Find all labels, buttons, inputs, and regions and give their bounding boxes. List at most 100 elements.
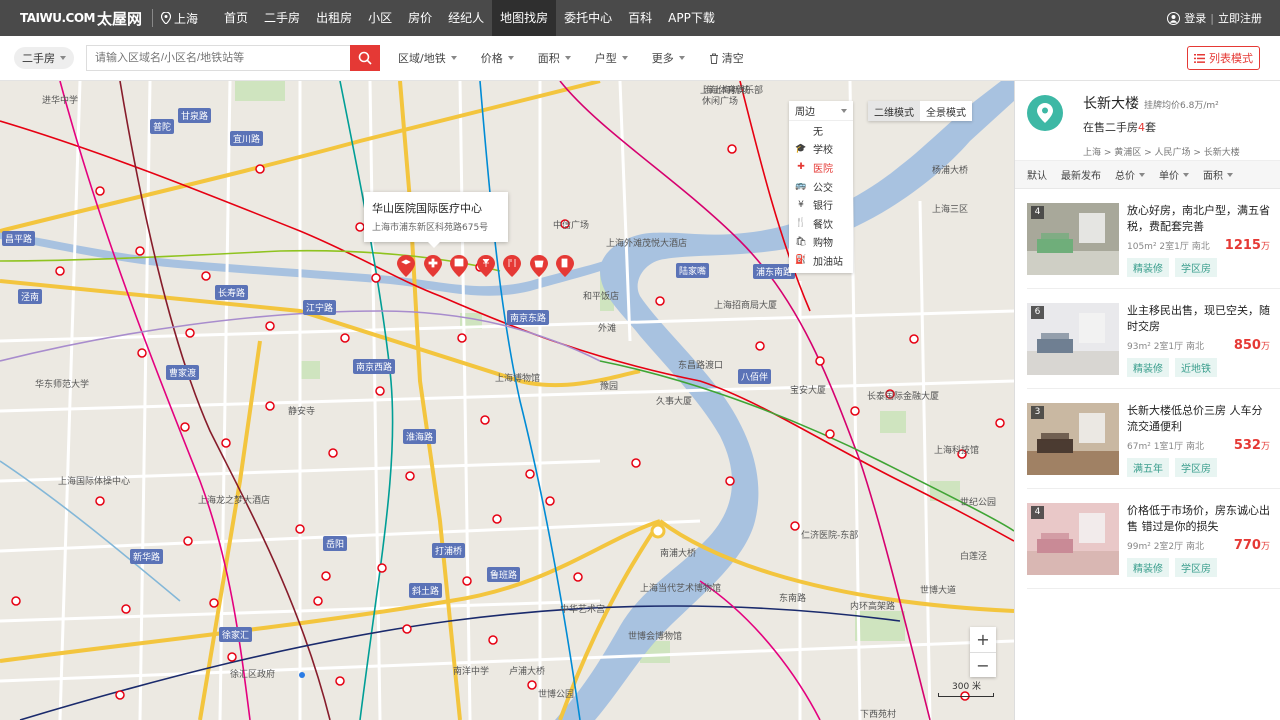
clear-label: 清空	[721, 52, 744, 65]
nearby-option[interactable]: 🛍 购物	[789, 233, 853, 252]
listing-tag: 学区房	[1175, 558, 1217, 577]
site-logo[interactable]: TAIWU.COM 太屋网	[0, 0, 142, 36]
listing-title[interactable]: 业主移民出售，现已空关，随时交房	[1127, 303, 1270, 336]
listing-specs: 93m² 2室1厅 南北 850万	[1127, 338, 1270, 353]
filter-dropdown[interactable]: 价格	[481, 50, 514, 66]
nearby-option[interactable]: 🚌 公交	[789, 177, 853, 196]
photo-count-badge: 6	[1031, 306, 1044, 319]
hospital-icon[interactable]	[423, 255, 442, 277]
sort-label: 面积	[1203, 171, 1223, 182]
listing-photo[interactable]: 3	[1027, 403, 1119, 475]
login-link[interactable]: 登录	[1184, 10, 1206, 26]
place-label: 中华艺术宫	[560, 605, 606, 615]
panorama-mode-button[interactable]: 全景模式	[920, 101, 972, 121]
filter-dropdown[interactable]: 区域/地铁	[398, 50, 457, 66]
listing-tag: 近地铁	[1175, 358, 1217, 377]
sort-option[interactable]: 总价	[1115, 167, 1145, 182]
poi-popup[interactable]: 华山医院国际医疗中心 上海市浦东新区科苑路675号	[364, 192, 508, 248]
nav-link[interactable]: 房价	[400, 0, 440, 36]
zoom-out-button[interactable]: −	[970, 652, 996, 677]
bus-icon[interactable]	[450, 255, 468, 277]
listing-type-value: 二手房	[22, 52, 55, 65]
building-location-icon	[1027, 95, 1063, 131]
listing-list: 4 放心好房，南北户型，满五省税，费配套完善 105m² 2室1厅 南北 1215万精…	[1015, 189, 1280, 589]
road-label: 曹家渡	[166, 365, 200, 380]
nearby-dropdown[interactable]: 周边	[789, 101, 853, 121]
filter-dropdown[interactable]: 户型	[595, 50, 628, 66]
road-label: 陆家嘴	[676, 263, 710, 278]
listing-type-dropdown[interactable]: 二手房	[14, 47, 74, 69]
listing-card[interactable]: 3 长新大楼低总价三房 人车分流交通便利 67m² 1室1厅 南北 532万 满五年 学区…	[1027, 389, 1280, 489]
place-label: 上海招商局大厦	[714, 301, 778, 311]
sort-option[interactable]: 默认	[1027, 167, 1047, 182]
nav-link[interactable]: 小区	[360, 0, 400, 36]
nav-link[interactable]: 首页	[216, 0, 256, 36]
listing-title[interactable]: 价格低于市场价，房东诚心出售 错过是你的损失	[1127, 503, 1270, 536]
nearby-option[interactable]: ¥ 银行	[789, 195, 853, 214]
auth-separator: |	[1210, 11, 1214, 25]
restaurant-icon[interactable]	[503, 255, 521, 277]
road-label: 普陀	[150, 119, 175, 134]
listing-title[interactable]: 长新大楼低总价三房 人车分流交通便利	[1127, 403, 1270, 436]
listing-card[interactable]: 4 价格低于市场价，房东诚心出售 错过是你的损失 99m² 2室2厅 南北 770万精…	[1027, 489, 1280, 589]
breadcrumb[interactable]: 上海 > 黄浦区 > 人民广场 > 长新大楼	[1083, 145, 1268, 158]
gas-station-icon[interactable]	[556, 255, 574, 277]
nav-link[interactable]: 出租房	[308, 0, 360, 36]
listing-info: 业主移民出售，现已空关，随时交房 93m² 2室1厅 南北 850万 精装修 近地铁	[1127, 303, 1280, 388]
nav-link[interactable]: 二手房	[256, 0, 308, 36]
city-selector[interactable]: 上海	[152, 9, 198, 27]
school-icon[interactable]	[397, 255, 415, 277]
listing-specs: 105m² 2室1厅 南北 1215万	[1127, 238, 1270, 253]
bank-icon[interactable]	[476, 255, 495, 277]
nearby-option[interactable]: ✚ 医院	[789, 158, 853, 177]
map-base-layer	[0, 81, 1014, 720]
nearby-option[interactable]: 无	[789, 121, 853, 140]
road-label: 新华路	[130, 549, 164, 564]
listing-card[interactable]: 4 放心好房，南北户型，满五省税，费配套完善 105m² 2室1厅 南北 1215万精…	[1027, 189, 1280, 289]
nav-link[interactable]: APP下载	[660, 0, 723, 36]
listing-card[interactable]: 6 业主移民出售，现已空关，随时交房 93m² 2室1厅 南北 850万 精装修 近地铁	[1027, 289, 1280, 389]
map-mode-label: 二维模式	[874, 107, 914, 119]
list-mode-button[interactable]: 列表模式	[1187, 46, 1260, 70]
listing-title[interactable]: 放心好房，南北户型，满五省税，费配套完善	[1127, 203, 1270, 236]
nearby-option-label: 加油站	[813, 256, 843, 268]
listing-photo[interactable]: 6	[1027, 303, 1119, 375]
city-label: 上海	[174, 11, 199, 26]
shopping-icon[interactable]	[529, 255, 548, 277]
listing-photo[interactable]: 4	[1027, 203, 1119, 275]
listing-photo[interactable]: 4	[1027, 503, 1119, 575]
building-header: 长新大楼 挂牌均价6.8万/m² 在售二手房4套 上海 > 黄浦区 > 人民广场…	[1015, 81, 1280, 161]
search-input[interactable]	[86, 45, 350, 71]
clear-filters-button[interactable]: 清空	[709, 50, 744, 66]
nav-link[interactable]: 经纪人	[440, 0, 492, 36]
nav-link[interactable]: 地图找房	[492, 0, 557, 36]
sort-option[interactable]: 面积	[1203, 167, 1233, 182]
search-button[interactable]	[350, 45, 380, 71]
poi-popup-address: 上海市浦东新区科苑路675号	[372, 223, 489, 233]
place-label: 下西苑村	[860, 710, 897, 720]
nearby-option-icon: ¥	[798, 199, 804, 210]
map-canvas[interactable]: 甘泉路 宜川路 江宁路 长寿路 南京西路 南京东路 淮海路 曹家渡 打浦桥 新华路 岳阳 陆家嘴 八佰伴…	[0, 81, 1014, 720]
nav-link[interactable]: 委托中心	[556, 0, 620, 36]
nearby-option-icon: 🎓	[795, 143, 807, 154]
sort-option[interactable]: 最新发布	[1061, 167, 1101, 182]
nearby-option-label: 学校	[813, 145, 833, 157]
place-label: 世博公园	[538, 690, 575, 700]
listing-info: 长新大楼低总价三房 人车分流交通便利 67m² 1室1厅 南北 532万 满五年 学区房	[1127, 403, 1280, 488]
register-link[interactable]: 立即注册	[1218, 10, 1262, 26]
nearby-option[interactable]: 🎓 学校	[789, 140, 853, 159]
zoom-in-button[interactable]: +	[970, 627, 996, 652]
road-label: 鲁班路	[487, 567, 521, 582]
map-2d-mode-button[interactable]: 二维模式	[868, 101, 920, 121]
road-label: 南京东路	[507, 310, 550, 325]
listing-price: 850万	[1234, 338, 1270, 353]
nearby-option[interactable]: 🍴 餐饮	[789, 214, 853, 233]
on-sale-count: 在售二手房4套	[1083, 119, 1268, 135]
filter-dropdown[interactable]: 面积	[538, 50, 571, 66]
sort-option[interactable]: 单价	[1159, 167, 1189, 182]
chevron-down-icon	[621, 56, 628, 60]
nearby-option[interactable]: ⛽ 加油站	[789, 251, 853, 270]
nav-link[interactable]: 百科	[620, 0, 660, 36]
nearby-option-label: 购物	[813, 238, 833, 250]
filter-dropdown[interactable]: 更多	[652, 50, 685, 66]
